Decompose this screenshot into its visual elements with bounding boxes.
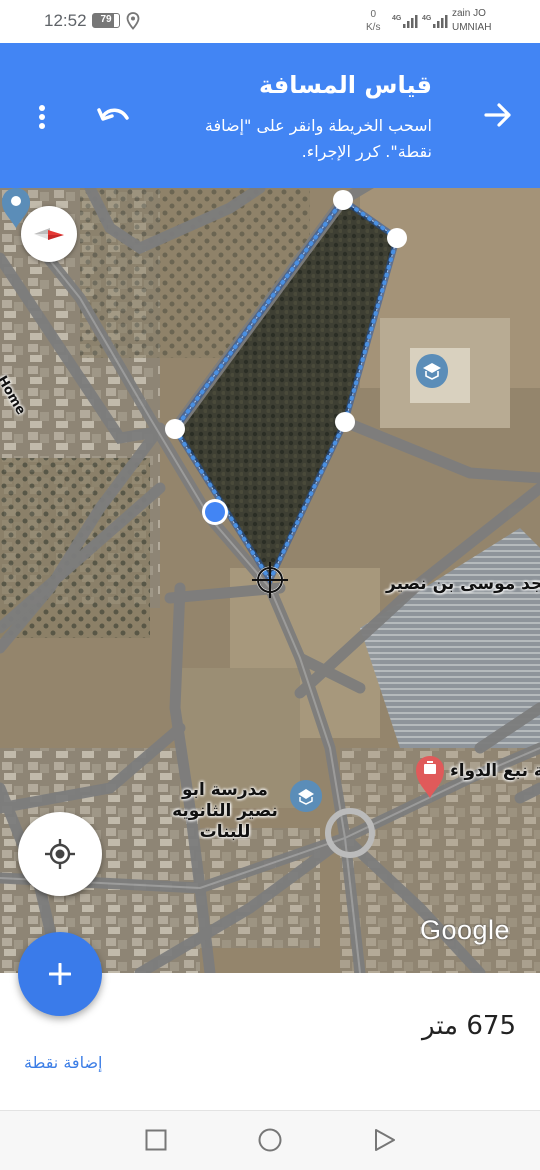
home-button[interactable] bbox=[258, 1128, 282, 1152]
more-options-button[interactable] bbox=[24, 99, 60, 135]
google-attribution: Google bbox=[420, 915, 511, 945]
instructions-text: اسحب الخريطة وانقر على "إضافة نقطة". كرر… bbox=[204, 116, 432, 161]
measure-point-2[interactable] bbox=[387, 228, 407, 248]
undo-icon bbox=[97, 108, 129, 121]
network-speed: 0 K/s bbox=[366, 8, 380, 34]
carrier-2: UMNIAH bbox=[452, 22, 492, 33]
satellite-map[interactable]: سجد موسى بن نصير مدرسة ابو نصير الثانويه… bbox=[0, 188, 540, 973]
add-point-fab[interactable] bbox=[18, 932, 102, 1016]
back-nav-button[interactable] bbox=[374, 1128, 396, 1152]
status-time: 12:52 bbox=[44, 11, 87, 30]
poi-label-mosque[interactable]: سجد موسى بن نصير bbox=[386, 574, 540, 594]
distance-value: 675 bbox=[466, 1011, 516, 1041]
measure-point-3[interactable] bbox=[335, 412, 355, 432]
battery-icon: 79 bbox=[92, 13, 120, 28]
add-point-button[interactable]: إضافة نقطة bbox=[24, 1053, 102, 1072]
network-speed-value: 0 bbox=[370, 9, 376, 20]
more-vert-icon bbox=[39, 105, 45, 129]
arrow-right-icon bbox=[484, 103, 511, 127]
measure-point-4[interactable] bbox=[165, 419, 185, 439]
location-status-icon bbox=[126, 12, 140, 30]
carrier-names: zain JO UMNIAH bbox=[452, 7, 491, 35]
undo-button[interactable] bbox=[92, 97, 136, 137]
measure-point-1[interactable] bbox=[333, 190, 353, 210]
status-bar: 12:52 79 0 K/s 4G 4G zain JO UMNIAH bbox=[0, 0, 540, 43]
total-distance: 675 متر bbox=[422, 1011, 516, 1041]
school-marker-icon[interactable] bbox=[290, 780, 322, 812]
svg-text:4G: 4G bbox=[422, 15, 432, 22]
recents-button[interactable] bbox=[145, 1129, 167, 1151]
system-navigation-bar bbox=[0, 1110, 540, 1170]
measure-distance-header: قياس المسافة اسحب الخريطة وانقر على "إضا… bbox=[0, 43, 540, 188]
network-speed-unit: K/s bbox=[366, 22, 381, 33]
page-title: قياس المسافة bbox=[258, 71, 432, 99]
my-location-button[interactable] bbox=[18, 812, 102, 896]
svg-text:4G: 4G bbox=[392, 15, 402, 22]
poi-label-school[interactable]: مدرسة ابو نصير الثانويه للبنات bbox=[162, 780, 288, 843]
compass-icon bbox=[34, 228, 64, 240]
compass-button[interactable] bbox=[21, 206, 77, 262]
plus-icon bbox=[49, 963, 71, 985]
school-marker-icon[interactable] bbox=[416, 354, 448, 388]
signal-2-icon: 4G bbox=[422, 15, 448, 28]
signal-1-icon: 4G bbox=[392, 15, 418, 28]
my-location-icon bbox=[45, 839, 75, 869]
carrier-1: zain JO bbox=[452, 8, 486, 19]
distance-unit: متر bbox=[421, 1011, 459, 1041]
back-button[interactable] bbox=[478, 95, 518, 135]
poi-label-pharmacy[interactable]: ية نبع الدواء bbox=[450, 761, 540, 781]
